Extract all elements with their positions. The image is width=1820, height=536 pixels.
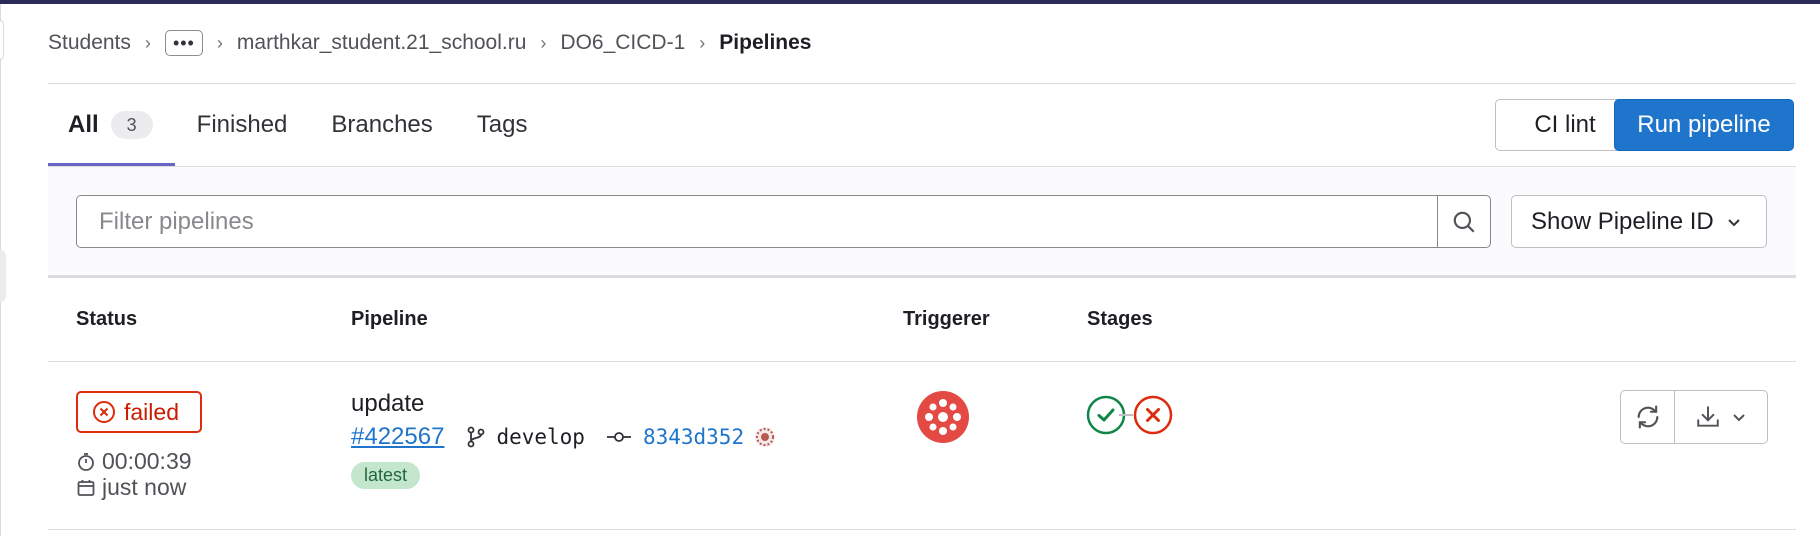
chevron-right-icon: › [216,32,223,53]
header-pipeline: Pipeline [351,308,428,330]
pipeline-meta: #422567 develop 8343d352 [351,420,776,454]
tab-all-count: 3 [110,111,153,139]
stage-connector [1119,414,1133,416]
status-label: failed [124,398,179,425]
pipeline-title[interactable]: update [351,390,424,418]
row-actions [1620,390,1768,444]
tab-all[interactable]: All 3 [48,84,175,166]
download-icon [1697,406,1719,427]
breadcrumb-user-group[interactable]: marthkar_student.21_school.ru [237,31,527,55]
duration: 00:00:39 [76,448,192,475]
finished-value: just now [102,474,187,500]
pipeline-id-link[interactable]: #422567 [351,423,444,451]
filter-pipelines-input[interactable]: Filter pipelines [76,195,1438,248]
timer-icon [78,452,94,471]
commit-ref[interactable]: 8343d352 [606,425,745,449]
tab-branches[interactable]: Branches [309,84,454,166]
chevron-down-icon [1728,218,1740,226]
divider [48,361,1796,362]
branch-name: develop [496,425,585,449]
breadcrumb-project[interactable]: DO6_CICD-1 [560,31,685,55]
search-button[interactable] [1437,195,1491,248]
tab-all-label: All [68,111,99,138]
retry-button[interactable] [1621,391,1675,443]
triggerer-avatar[interactable] [916,390,970,444]
breadcrumb-students[interactable]: Students [48,31,131,55]
breadcrumb-current[interactable]: Pipelines [719,31,811,55]
latest-badge: latest [351,462,421,489]
sidebar-active-marker [0,250,6,302]
header-status: Status [76,308,138,330]
divider [48,529,1796,530]
top-bar [0,0,1820,4]
header-stages: Stages [1087,308,1153,330]
chevron-right-icon: › [540,32,547,53]
chevron-down-icon [1733,414,1745,422]
status-badge[interactable]: failed [76,391,202,433]
chevron-right-icon: › [144,32,151,53]
pipeline-tabs: All 3 Finished Branches Tags [48,84,549,166]
finished-time: just now [76,474,186,501]
status-failed-icon [93,401,115,423]
commit-icon [606,432,631,442]
duration-value: 00:00:39 [102,448,192,474]
stage-failed-icon[interactable] [1133,395,1173,435]
show-pipeline-id-dropdown[interactable]: Show Pipeline ID [1511,195,1767,248]
calendar-icon [77,479,95,496]
chevron-right-icon: › [699,32,706,53]
run-pipeline-button[interactable]: Run pipeline [1614,99,1794,151]
branch-icon [468,426,485,448]
commit-author-avatar[interactable] [754,426,776,448]
breadcrumb-more-button[interactable]: ••• [164,30,203,56]
sidebar-toggle[interactable] [0,20,4,60]
download-artifacts-dropdown[interactable] [1675,391,1767,443]
tab-finished[interactable]: Finished [175,84,310,166]
commit-sha: 8343d352 [642,425,745,449]
show-pipeline-id-label: Show Pipeline ID [1531,207,1714,235]
branch-ref[interactable]: develop [466,425,585,449]
search-icon [1453,211,1475,233]
breadcrumb: Students › ••• › marthkar_student.21_sch… [48,26,811,60]
header-triggerer: Triggerer [903,308,990,330]
retry-icon [1637,405,1658,429]
tab-tags[interactable]: Tags [455,84,550,166]
